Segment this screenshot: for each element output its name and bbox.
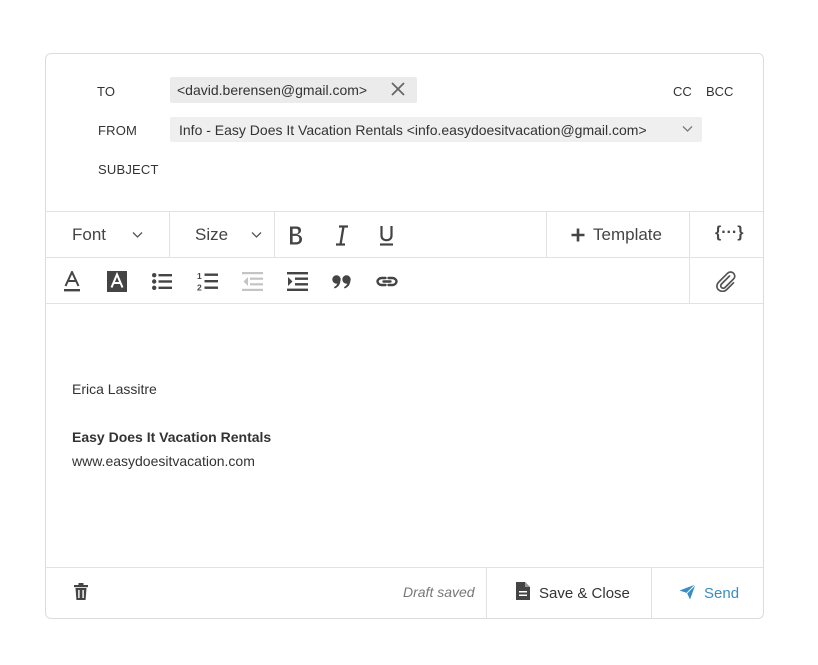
- document-icon: [516, 582, 530, 600]
- size-dropdown-label: Size: [195, 225, 229, 244]
- toolbar-divider: [274, 212, 275, 257]
- trash-icon[interactable]: [74, 583, 88, 600]
- font-dropdown[interactable]: Font: [46, 212, 169, 257]
- svg-text:1: 1: [197, 271, 202, 281]
- text-color-icon[interactable]: [63, 271, 81, 292]
- signature-website: www.easydoesitvacation.com: [72, 453, 255, 469]
- formatting-toolbar-primary: Font Size Template {···}: [46, 211, 763, 258]
- size-dropdown[interactable]: Size: [170, 212, 274, 257]
- recipient-email: <david.berensen@gmail.com>: [177, 82, 368, 98]
- from-select[interactable]: Info - Easy Does It Vacation Rentals <in…: [170, 117, 702, 142]
- link-icon[interactable]: [376, 275, 398, 288]
- quote-icon[interactable]: [332, 275, 352, 289]
- from-label: FROM: [98, 123, 138, 138]
- send-label: Send: [704, 585, 740, 602]
- draft-status: Draft saved: [403, 584, 475, 600]
- template-button[interactable]: Template: [547, 212, 689, 257]
- to-label: TO: [97, 84, 116, 99]
- bold-icon[interactable]: [288, 225, 304, 246]
- plus-icon: [571, 228, 585, 242]
- signature-name: Erica Lassitre: [72, 381, 157, 397]
- numbered-list-icon[interactable]: 1 2: [197, 271, 218, 292]
- from-value: Info - Easy Does It Vacation Rentals <in…: [179, 121, 647, 138]
- svg-text:2: 2: [197, 283, 202, 293]
- subject-label: SUBJECT: [98, 162, 159, 177]
- chevron-down-icon: [682, 126, 693, 132]
- bcc-button[interactable]: BCC: [706, 84, 733, 99]
- template-button-label: Template: [593, 225, 662, 244]
- font-dropdown-label: Font: [72, 225, 107, 244]
- subject-input[interactable]: [170, 154, 750, 184]
- save-close-label: Save & Close: [539, 585, 630, 602]
- indent-icon[interactable]: [287, 272, 308, 291]
- outdent-icon[interactable]: [242, 272, 263, 291]
- highlight-icon[interactable]: [107, 271, 127, 292]
- send-icon: [679, 584, 696, 600]
- email-composer: TO <david.berensen@gmail.com> CC BCC FRO…: [45, 53, 764, 619]
- toolbar-divider: [689, 258, 690, 303]
- chevron-down-icon: [251, 232, 262, 238]
- formatting-toolbar-secondary: 1 2: [46, 258, 763, 304]
- bulleted-list-icon[interactable]: [152, 273, 172, 290]
- chevron-down-icon: [132, 232, 143, 238]
- remove-recipient-icon[interactable]: [389, 80, 407, 98]
- cc-button[interactable]: CC: [673, 84, 692, 99]
- paperclip-icon[interactable]: [715, 270, 737, 292]
- insert-variable-button[interactable]: {···}: [690, 212, 763, 257]
- underline-icon[interactable]: [379, 225, 394, 246]
- variables-icon: {···}: [715, 224, 744, 241]
- recipient-chip[interactable]: <david.berensen@gmail.com>: [170, 77, 417, 103]
- italic-icon[interactable]: [335, 225, 349, 246]
- signature-company: Easy Does It Vacation Rentals: [72, 429, 272, 445]
- composer-footer: Draft saved Save & Close Send: [46, 567, 763, 618]
